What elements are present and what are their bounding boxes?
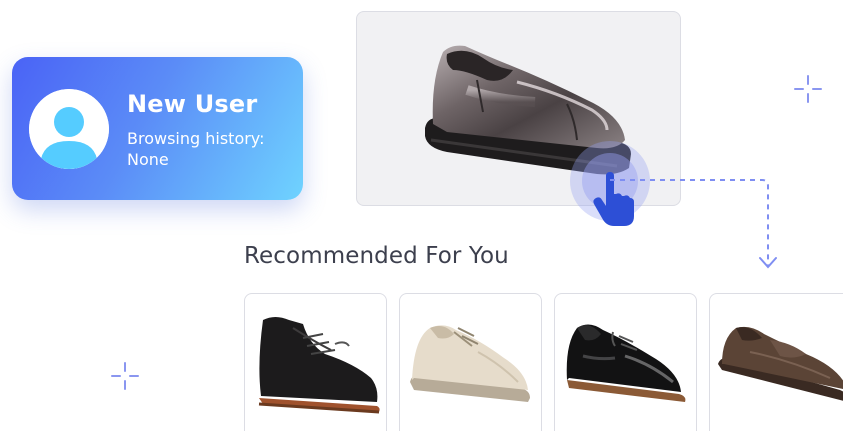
recommended-products-list (244, 293, 843, 431)
sparkle-icon (794, 75, 822, 103)
recommended-section-title: Recommended For You (244, 243, 509, 269)
recommended-product-card[interactable] (399, 293, 542, 431)
recommended-product-card[interactable] (709, 293, 843, 431)
sparkle-icon (111, 362, 139, 390)
recommended-product-card[interactable] (554, 293, 697, 431)
black-suede-chukka-boot-icon (258, 317, 380, 414)
beige-leather-derby-shoe-icon (410, 325, 530, 402)
recommended-product-card[interactable] (244, 293, 387, 431)
brown-leather-loafer-icon (718, 326, 843, 401)
black-patent-oxford-shoe-icon (566, 324, 686, 402)
